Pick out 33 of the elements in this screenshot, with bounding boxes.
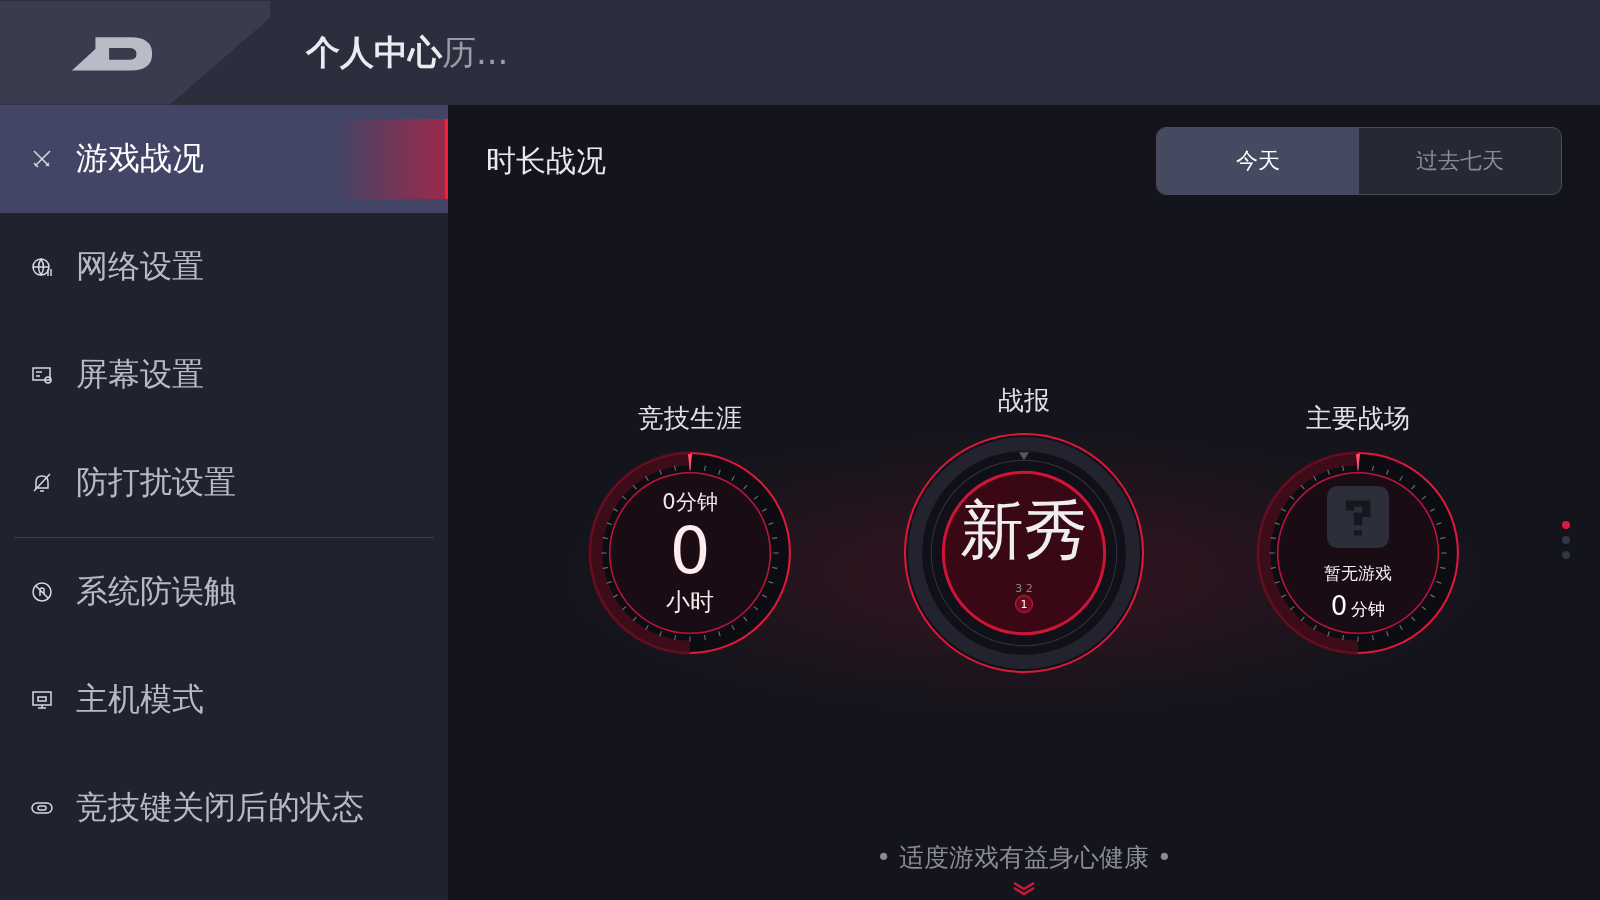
health-notice: • 适度游戏有益身心健康 •: [876, 842, 1172, 874]
page-title: 个人中心: [306, 30, 442, 74]
hours-value: 0: [669, 515, 711, 587]
sidebar-item[interactable]: 系统防误触: [0, 538, 448, 646]
globe-icon: [30, 255, 54, 279]
minutes-unit: 分钟: [1351, 597, 1386, 621]
no-game-text: 暂无游戏: [1324, 561, 1392, 585]
hours-unit: 小时: [666, 587, 714, 619]
sidebar-item[interactable]: 网络设置: [0, 213, 448, 321]
sidebar-item[interactable]: 防打扰设置: [0, 429, 448, 537]
sidebar-item[interactable]: 主机模式: [0, 646, 448, 754]
page-title-tail: 历...: [442, 30, 509, 74]
sidebar-item[interactable]: 屏幕设置: [0, 321, 448, 429]
question-mark-icon: [1327, 485, 1389, 548]
sidebar-item[interactable]: 游戏战况: [0, 105, 448, 213]
minutes-text: 0分钟: [662, 488, 718, 516]
gauge-title: 战报: [998, 384, 1050, 417]
bell-off-icon: [30, 471, 54, 495]
page-dot[interactable]: [1562, 536, 1570, 544]
period-tab[interactable]: 过去七天: [1359, 128, 1561, 194]
section-title: 时长战况: [486, 141, 606, 180]
page-dot[interactable]: [1562, 521, 1570, 529]
double-chevron-down-icon[interactable]: [1012, 882, 1036, 896]
monitor-icon: [30, 688, 54, 712]
gauge-title: 主要战场: [1306, 402, 1410, 435]
page-dot[interactable]: [1562, 551, 1570, 559]
period-tab[interactable]: 今天: [1157, 128, 1359, 194]
rank-steps-text: 3 2: [1015, 582, 1033, 595]
no-touch-icon: [30, 580, 54, 604]
minutes-value: 0: [1330, 590, 1348, 621]
sidebar-item[interactable]: 竞技键关闭后的状态: [0, 754, 448, 862]
rank-text: 新秀: [960, 492, 1088, 569]
gauge-title: 竞技生涯: [638, 402, 742, 435]
